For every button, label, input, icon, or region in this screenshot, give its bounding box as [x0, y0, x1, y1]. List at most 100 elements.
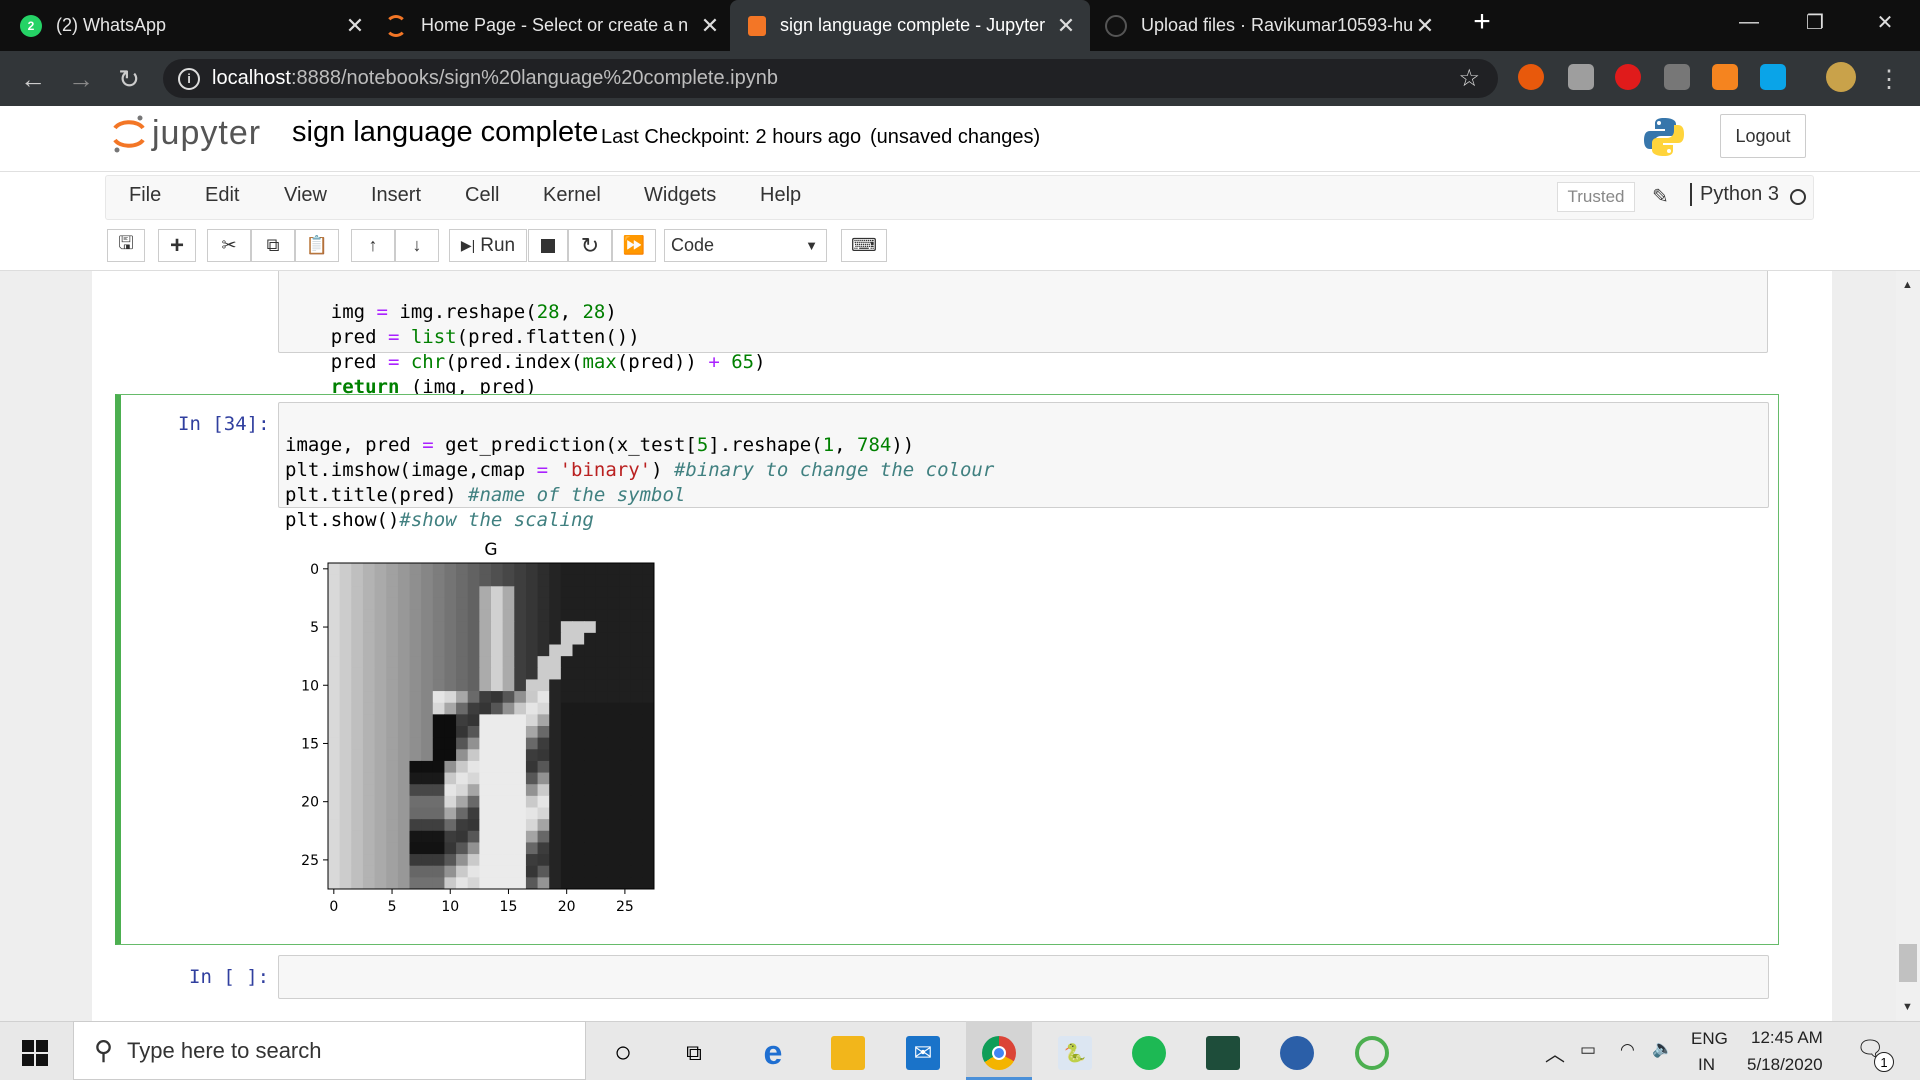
image-pixel: [328, 597, 341, 611]
copy-button[interactable]: ⧉: [251, 229, 295, 262]
info-icon[interactable]: i: [178, 67, 200, 90]
show-hidden-icons[interactable]: ︿: [1545, 1038, 1565, 1067]
interrupt-button[interactable]: [528, 229, 568, 262]
cortana-icon[interactable]: ○: [606, 1036, 640, 1070]
browser-menu-icon[interactable]: ⋮: [1874, 64, 1904, 94]
cut-button[interactable]: ✂: [207, 229, 251, 262]
extension-fox-icon[interactable]: [1712, 64, 1738, 90]
menu-kernel[interactable]: Kernel: [543, 184, 601, 207]
menu-help[interactable]: Help: [760, 184, 801, 207]
jupyter-logo[interactable]: jupyter: [112, 112, 261, 154]
insert-cell-button[interactable]: +: [158, 229, 196, 262]
clock-time[interactable]: 12:45 AM: [1751, 1028, 1823, 1048]
tab-sign-language[interactable]: sign language complete - Jupyter ✕: [730, 0, 1090, 51]
extension-clipboard-icon[interactable]: [1568, 64, 1594, 90]
back-icon[interactable]: ←: [18, 64, 48, 94]
notebook-container[interactable]: img = img.reshape(28, 28) pred = list(pr…: [0, 271, 1920, 1021]
image-pixel: [642, 691, 655, 704]
save-button[interactable]: 🖫: [107, 229, 145, 262]
extension-arrow-icon[interactable]: [1760, 64, 1786, 90]
image-pixel: [502, 737, 515, 750]
reload-icon[interactable]: ↻: [114, 64, 144, 94]
image-pixel: [467, 702, 480, 715]
image-pixel: [491, 842, 504, 855]
image-pixel: [328, 632, 341, 645]
file-explorer-icon[interactable]: [831, 1036, 865, 1070]
image-pixel: [444, 865, 457, 878]
scroll-up-icon[interactable]: ▲: [1902, 279, 1913, 291]
volume-icon[interactable]: 🔈: [1652, 1039, 1673, 1059]
empty-cell-input[interactable]: [278, 955, 1769, 999]
restart-button[interactable]: ↻: [568, 229, 612, 262]
menu-widgets[interactable]: Widgets: [644, 184, 716, 207]
profile-avatar[interactable]: [1826, 62, 1856, 92]
close-icon[interactable]: ✕: [1056, 13, 1076, 39]
plus-icon: +: [169, 231, 184, 259]
extension-hand-icon[interactable]: [1615, 64, 1641, 90]
menu-file[interactable]: File: [129, 184, 161, 207]
app-bird-icon[interactable]: [1280, 1036, 1314, 1070]
image-pixel: [525, 830, 539, 843]
tab-home-page[interactable]: Home Page - Select or create a n ✕: [385, 0, 720, 51]
menu-edit[interactable]: Edit: [205, 184, 239, 207]
mail-icon[interactable]: ✉: [906, 1036, 940, 1070]
app-diamond-icon[interactable]: [1206, 1036, 1240, 1070]
menu-insert[interactable]: Insert: [371, 184, 421, 207]
restart-run-all-button[interactable]: ⏩: [612, 229, 656, 262]
notebook-title[interactable]: sign language complete: [292, 116, 598, 149]
checkpoint-status: Last Checkpoint: 2 hours ago: [601, 126, 862, 148]
active-cell-input[interactable]: image, pred = get_prediction(x_test[5].r…: [278, 402, 1769, 531]
close-icon[interactable]: ✕: [700, 13, 720, 39]
language-bottom[interactable]: IN: [1698, 1055, 1715, 1075]
close-icon[interactable]: ✕: [1415, 13, 1435, 39]
battery-icon[interactable]: ▭: [1580, 1040, 1596, 1060]
image-pixel: [456, 691, 469, 704]
image-pixel: [619, 586, 632, 599]
move-down-button[interactable]: ↓: [395, 229, 439, 262]
trusted-indicator[interactable]: Trusted: [1557, 182, 1635, 212]
restore-button[interactable]: ❐: [1786, 0, 1844, 44]
forward-icon[interactable]: →: [66, 64, 96, 94]
new-tab-button[interactable]: +: [1452, 0, 1512, 44]
spotify-icon[interactable]: [1132, 1036, 1166, 1070]
image-pixel: [374, 726, 387, 739]
bookmark-star-icon[interactable]: ☆: [1458, 64, 1480, 93]
url-bar[interactable]: i localhost:8888/notebooks/sign%20langua…: [163, 59, 1498, 98]
image-pixel: [397, 679, 410, 692]
extension-box-icon[interactable]: [1664, 64, 1690, 90]
app-ring-icon[interactable]: [1355, 1036, 1389, 1070]
close-icon[interactable]: ✕: [345, 13, 365, 39]
paste-button[interactable]: 📋: [295, 229, 339, 262]
minimize-button[interactable]: —: [1720, 0, 1778, 44]
task-view-icon[interactable]: ⧉: [677, 1036, 711, 1070]
python-idle-icon[interactable]: 🐍: [1058, 1036, 1092, 1070]
image-pixel: [362, 772, 376, 785]
taskbar-search-box[interactable]: ⚲ Type here to search: [73, 1021, 586, 1080]
tab-upload-files[interactable]: Upload files · Ravikumar10593-hu ✕: [1105, 0, 1435, 51]
tab-whatsapp[interactable]: 2 (2) WhatsApp ✕: [20, 0, 365, 51]
image-pixel: [421, 807, 434, 820]
extension-fire-icon[interactable]: [1518, 64, 1544, 90]
scrollbar-thumb[interactable]: [1899, 944, 1917, 982]
menu-cell[interactable]: Cell: [465, 184, 499, 207]
scrollbar[interactable]: ▲ ▼: [1896, 271, 1920, 1021]
url-text[interactable]: localhost:8888/notebooks/sign%20language…: [212, 67, 778, 90]
close-window-button[interactable]: ✕: [1856, 0, 1914, 44]
scroll-down-icon[interactable]: ▼: [1902, 1001, 1913, 1013]
image-pixel: [409, 842, 422, 855]
wifi-icon[interactable]: ◠: [1620, 1040, 1635, 1060]
logout-button[interactable]: Logout: [1720, 114, 1806, 158]
kernel-name[interactable]: Python 3: [1690, 183, 1779, 206]
command-palette-button[interactable]: ⌨: [841, 229, 887, 262]
prev-cell-input[interactable]: img = img.reshape(28, 28) pred = list(pr…: [278, 271, 1768, 398]
cell-type-select[interactable]: Code ▼: [664, 229, 827, 262]
run-button[interactable]: ▶| Run: [449, 229, 527, 262]
chrome-icon[interactable]: [982, 1036, 1016, 1070]
language-top[interactable]: ENG: [1691, 1029, 1728, 1049]
windows-start-icon[interactable]: [22, 1040, 48, 1066]
clock-date[interactable]: 5/18/2020: [1747, 1055, 1823, 1075]
menu-view[interactable]: View: [284, 184, 327, 207]
edge-icon[interactable]: e: [756, 1034, 790, 1072]
move-up-button[interactable]: ↑: [351, 229, 395, 262]
image-pixel: [525, 632, 539, 645]
